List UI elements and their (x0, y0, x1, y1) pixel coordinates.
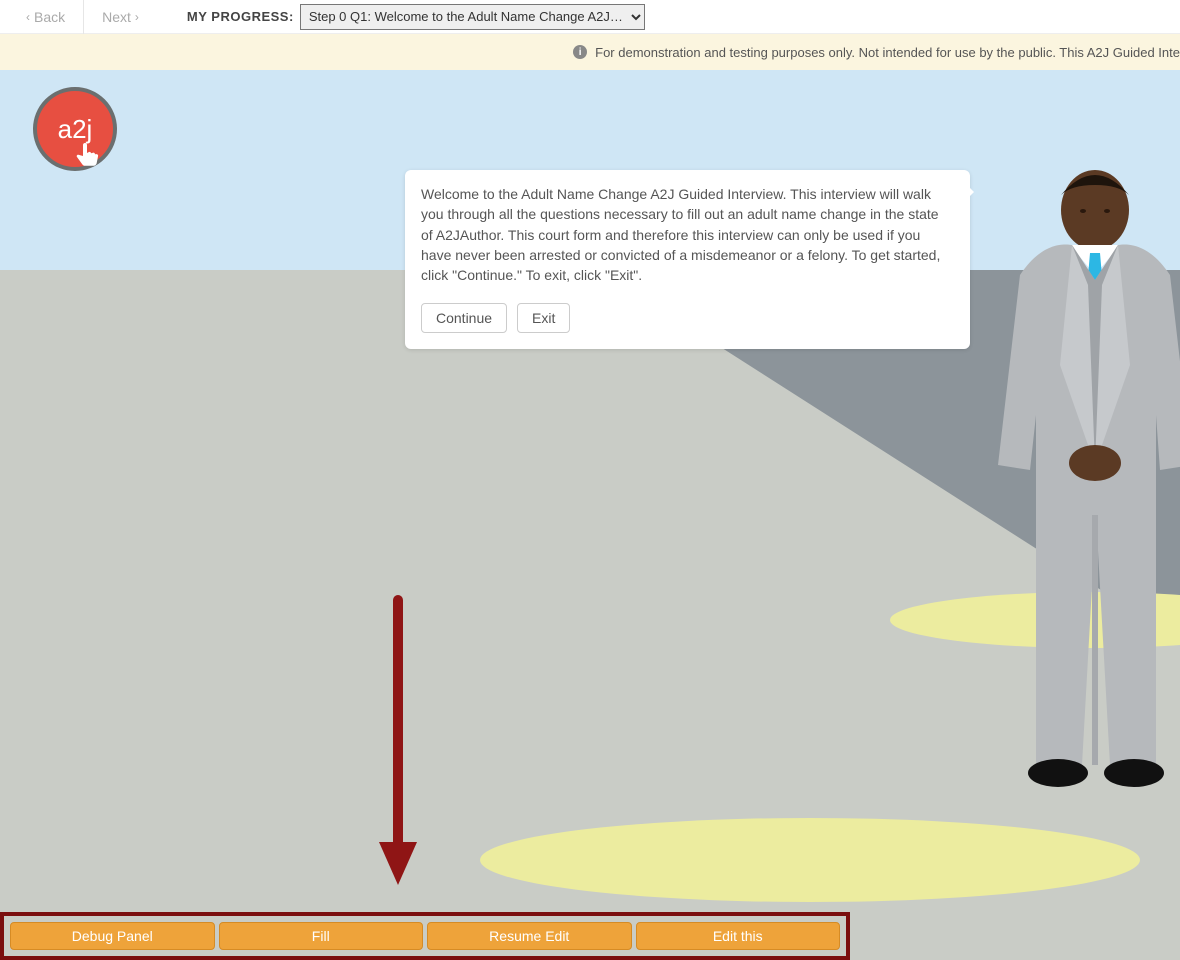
progress-label: MY PROGRESS: (187, 9, 294, 24)
bubble-button-row: Continue Exit (421, 303, 954, 333)
edit-this-button[interactable]: Edit this (636, 922, 841, 950)
debug-toolbar-highlight: Debug Panel Fill Resume Edit Edit this (0, 912, 850, 960)
pointer-hand-icon (73, 141, 103, 171)
question-text: Welcome to the Adult Name Change A2J Gui… (421, 184, 954, 285)
back-button[interactable]: ‹ Back (8, 0, 84, 34)
info-icon: i (573, 45, 587, 59)
fill-button[interactable]: Fill (219, 922, 424, 950)
next-label: Next (102, 9, 131, 25)
chevron-left-icon: ‹ (26, 10, 30, 24)
top-nav-bar: ‹ Back Next › MY PROGRESS: Step 0 Q1: We… (0, 0, 1180, 34)
demo-banner: i For demonstration and testing purposes… (0, 34, 1180, 70)
debug-toolbar: Debug Panel Fill Resume Edit Edit this (10, 922, 840, 950)
guide-avatar (960, 165, 1180, 805)
banner-text: For demonstration and testing purposes o… (595, 45, 1180, 60)
a2j-logo[interactable]: a2j (33, 87, 117, 171)
exit-button[interactable]: Exit (517, 303, 570, 333)
debug-panel-button[interactable]: Debug Panel (10, 922, 215, 950)
question-bubble: Welcome to the Adult Name Change A2J Gui… (405, 170, 970, 349)
progress-select[interactable]: Step 0 Q1: Welcome to the Adult Name Cha… (300, 4, 645, 30)
chevron-right-icon: › (135, 10, 139, 24)
instruction-arrow-icon (373, 590, 423, 890)
a2j-logo-text: a2j (58, 114, 93, 145)
interview-stage: a2j Welcome to the Adult Name Change A2J… (0, 70, 1180, 960)
resume-edit-button[interactable]: Resume Edit (427, 922, 632, 950)
back-label: Back (34, 9, 65, 25)
next-button[interactable]: Next › (84, 0, 157, 34)
continue-button[interactable]: Continue (421, 303, 507, 333)
